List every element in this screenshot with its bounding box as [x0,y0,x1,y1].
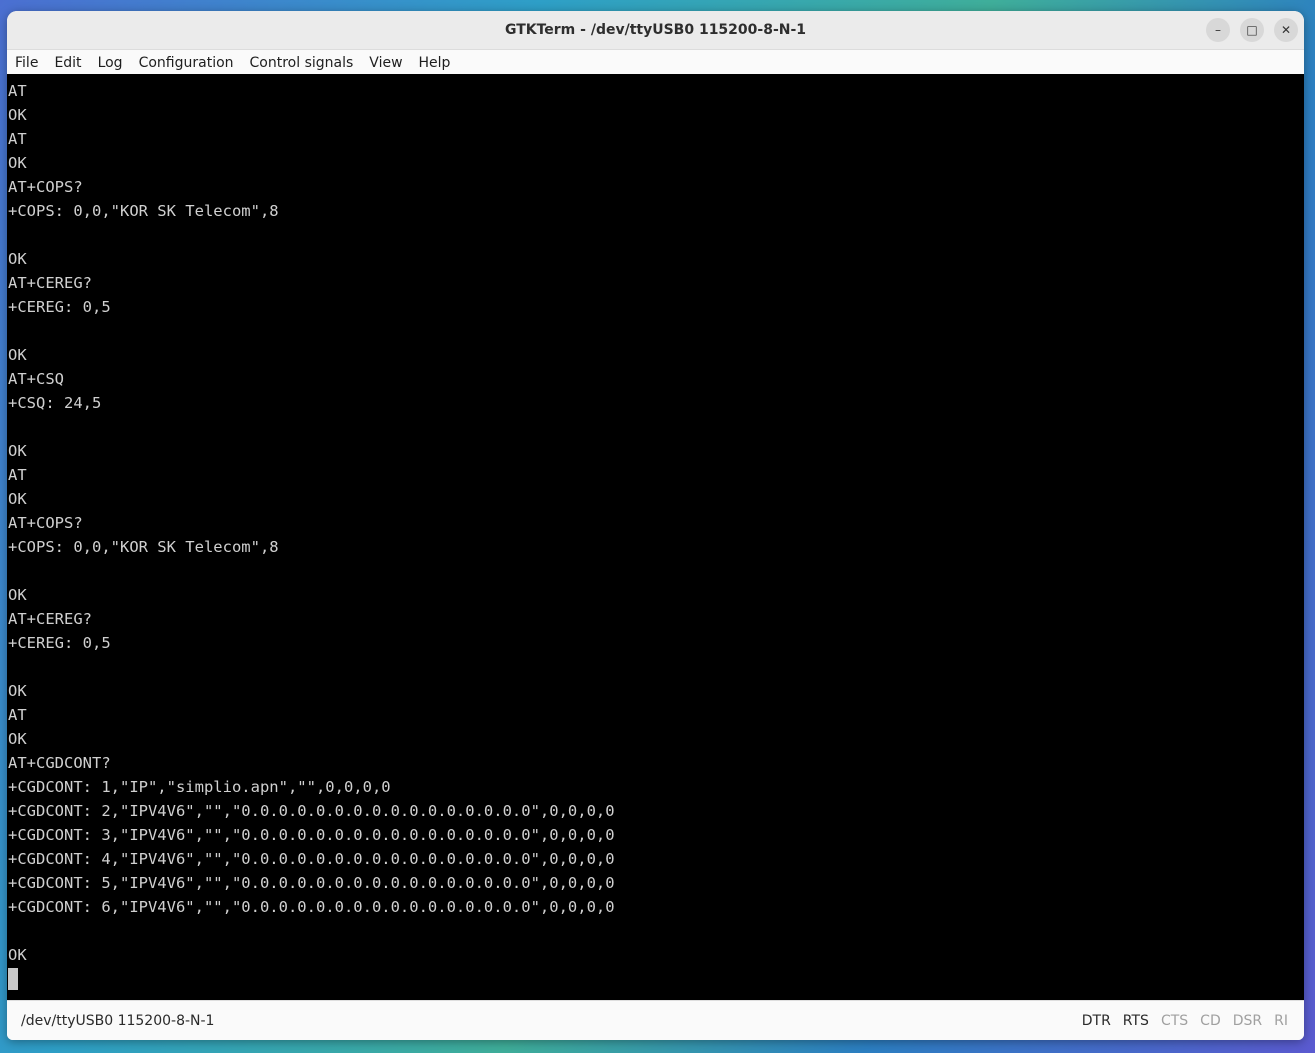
terminal-line: AT [8,466,27,484]
menu-bar: File Edit Log Configuration Control sign… [7,50,1304,76]
gtkterm-window: GTKTerm - /dev/ttyUSB0 115200-8-N-1 – □ … [7,11,1304,1040]
terminal-line: OK [8,250,27,268]
terminal-line: +CEREG: 0,5 [8,298,111,316]
terminal-line: +CSQ: 24,5 [8,394,102,412]
terminal-line: +CGDCONT: 6,"IPV4V6","","0.0.0.0.0.0.0.0… [8,898,615,916]
signal-dsr: DSR [1232,1012,1263,1029]
signal-cts: CTS [1160,1012,1189,1029]
signal-cd: CD [1200,1012,1221,1029]
terminal-line: OK [8,682,27,700]
menu-configuration[interactable]: Configuration [139,55,234,71]
control-signals: DTR RTS CTS CD DSR RI [1082,1013,1304,1029]
terminal-line: AT [8,82,27,100]
close-button[interactable]: ✕ [1274,18,1298,42]
terminal-line: AT [8,130,27,148]
menu-edit[interactable]: Edit [54,55,81,71]
terminal-line: OK [8,346,27,364]
terminal-line: AT+CSQ [8,370,64,388]
terminal-line: AT+COPS? [8,178,83,196]
terminal-line: +CGDCONT: 5,"IPV4V6","","0.0.0.0.0.0.0.0… [8,874,615,892]
terminal-line: OK [8,490,27,508]
window-title: GTKTerm - /dev/ttyUSB0 115200-8-N-1 [504,22,807,38]
terminal-line: OK [8,154,27,172]
terminal-line: +CGDCONT: 1,"IP","simplio.apn","",0,0,0,… [8,778,391,796]
menu-help[interactable]: Help [419,55,451,71]
terminal-line: OK [8,946,27,964]
terminal-lines: AT OK AT OK AT+COPS? +COPS: 0,0,"KOR SK Telec… [7,74,1304,991]
menu-control-signals[interactable]: Control signals [250,55,354,71]
terminal-line: AT [8,706,27,724]
signal-dtr: DTR [1081,1012,1111,1029]
terminal-line: OK [8,106,27,124]
terminal-line: +CGDCONT: 4,"IPV4V6","","0.0.0.0.0.0.0.0… [8,850,615,868]
terminal-output[interactable]: AT OK AT OK AT+COPS? +COPS: 0,0,"KOR SK Telec… [7,74,1304,1001]
signal-ri: RI [1274,1012,1288,1029]
text-cursor [8,968,18,990]
terminal-line: AT+COPS? [8,514,83,532]
port-settings-label: /dev/ttyUSB0 115200-8-N-1 [21,1012,215,1029]
menu-view[interactable]: View [369,55,402,71]
menu-file[interactable]: File [15,55,38,71]
terminal-line: +CGDCONT: 2,"IPV4V6","","0.0.0.0.0.0.0.0… [8,802,615,820]
terminal-line: OK [8,586,27,604]
window-controls: – □ ✕ [1206,18,1298,42]
signal-rts: RTS [1122,1012,1149,1029]
terminal-line: +CEREG: 0,5 [8,634,111,652]
terminal-line: +CGDCONT: 3,"IPV4V6","","0.0.0.0.0.0.0.0… [8,826,615,844]
terminal-line: AT+CEREG? [8,610,92,628]
maximize-button[interactable]: □ [1240,18,1264,42]
terminal-line: +COPS: 0,0,"KOR SK Telecom",8 [8,202,279,220]
status-bar: /dev/ttyUSB0 115200-8-N-1 DTR RTS CTS CD… [7,1000,1304,1040]
terminal-line: +COPS: 0,0,"KOR SK Telecom",8 [8,538,279,556]
terminal-line: OK [8,730,27,748]
terminal-line: OK [8,442,27,460]
terminal-cursor-line [8,967,1304,991]
terminal-line: AT+CGDCONT? [8,754,111,772]
minimize-button[interactable]: – [1206,18,1230,42]
menu-log[interactable]: Log [98,55,123,71]
title-bar[interactable]: GTKTerm - /dev/ttyUSB0 115200-8-N-1 – □ … [7,11,1304,50]
terminal-line: AT+CEREG? [8,274,92,292]
